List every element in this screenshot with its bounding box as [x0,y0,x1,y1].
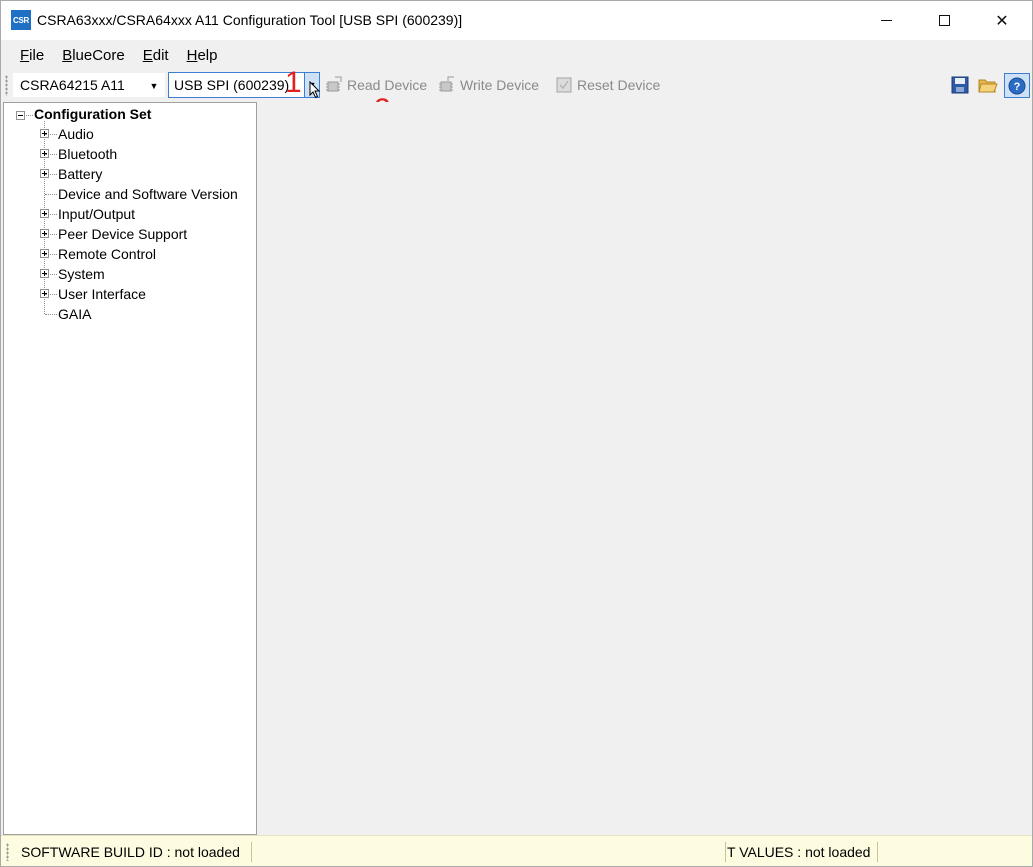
close-button[interactable]: ✕ [973,1,1031,40]
status-divider [251,842,252,862]
maximize-icon [938,15,950,26]
tree-item-peer-device-support[interactable]: Peer Device Support [58,226,187,242]
chip-write-icon [439,76,454,92]
menu-bar: File BlueCore Edit Help [1,40,1032,70]
maximize-button[interactable] [915,1,973,40]
status-divider [877,842,878,862]
annotation-step-1: 1 [285,66,302,99]
write-device-label: Write Device [460,77,540,93]
chevron-down-icon[interactable]: ▼ [147,78,161,94]
toolbar-grip[interactable] [5,75,8,96]
menu-bluecore-label: lueCore [72,46,125,64]
port-value: USB SPI (600239) [174,77,290,93]
device-type-value: CSRA64215 A11 [20,77,125,93]
tree-item-gaia[interactable]: GAIA [58,306,91,322]
save-icon [951,76,969,94]
mouse-cursor-icon [309,81,321,99]
menu-bluecore-accel: B [62,46,73,64]
title-bar: CSR CSRA63xxx/CSRA64xxx A11 Configuratio… [1,1,1032,40]
app-window: CSR CSRA63xxx/CSRA64xxx A11 Configuratio… [0,0,1033,867]
tree-item-bluetooth[interactable]: Bluetooth [58,146,117,162]
tree-item-audio[interactable]: Audio [58,126,94,142]
menu-edit[interactable]: Edit [134,43,178,68]
minimize-button[interactable] [857,1,915,40]
software-build-id-status: SOFTWARE BUILD ID : not loaded [21,844,240,860]
write-device-button[interactable]: Write Device [438,74,539,96]
menu-edit-label: dit [152,46,169,64]
menu-help-accel: H [186,46,198,64]
reset-icon [556,77,572,93]
window-title: CSRA63xxx/CSRA64xxx A11 Configuration To… [37,12,463,28]
tree-item-device-software-version[interactable]: Device and Software Version [58,186,238,202]
tree-item-battery[interactable]: Battery [58,166,102,182]
menu-help-label: elp [197,46,218,64]
tree-item-remote-control[interactable]: Remote Control [58,246,156,262]
svg-text:?: ? [1014,81,1021,93]
open-button[interactable] [977,74,999,96]
save-button[interactable] [949,74,971,96]
configuration-tree[interactable]: Configuration Set Audio Bluetooth Batter… [3,102,257,835]
collapse-root-icon[interactable] [16,111,25,120]
tree-item-input-output[interactable]: Input/Output [58,206,135,222]
reset-device-button[interactable]: Reset Device [555,74,660,96]
menu-edit-accel: E [142,46,153,64]
reset-device-label: Reset Device [577,77,661,93]
status-bar: SOFTWARE BUILD ID : not loaded T VALUES … [1,835,1032,866]
menu-bluecore[interactable]: BlueCore [53,43,134,68]
minimize-icon [880,20,892,21]
menu-file[interactable]: File [11,43,53,68]
tree-root-configuration-set[interactable]: Configuration Set [34,106,151,122]
menu-help[interactable]: Help [178,43,227,68]
chip-read-icon [326,76,342,92]
content-area [258,102,1032,835]
tree-item-system[interactable]: System [58,266,105,282]
menu-file-accel: F [20,46,30,64]
device-type-combo[interactable]: CSRA64215 A11 ▼ [13,73,165,97]
status-grip[interactable] [6,843,9,861]
tree-item-user-interface[interactable]: User Interface [58,286,146,302]
csr-app-icon: CSR [11,10,31,30]
status-divider [725,842,726,862]
values-status: T VALUES : not loaded [727,844,871,860]
folder-open-icon [978,79,998,93]
toolbar: CSRA64215 A11 ▼ USB SPI (600239) ▼ Read … [1,70,1032,101]
help-button[interactable]: ? [1004,73,1030,98]
read-device-label: Read Device [347,77,428,93]
help-icon: ? [1008,77,1026,94]
menu-file-label: ile [29,46,45,64]
close-icon: ✕ [995,12,1009,30]
